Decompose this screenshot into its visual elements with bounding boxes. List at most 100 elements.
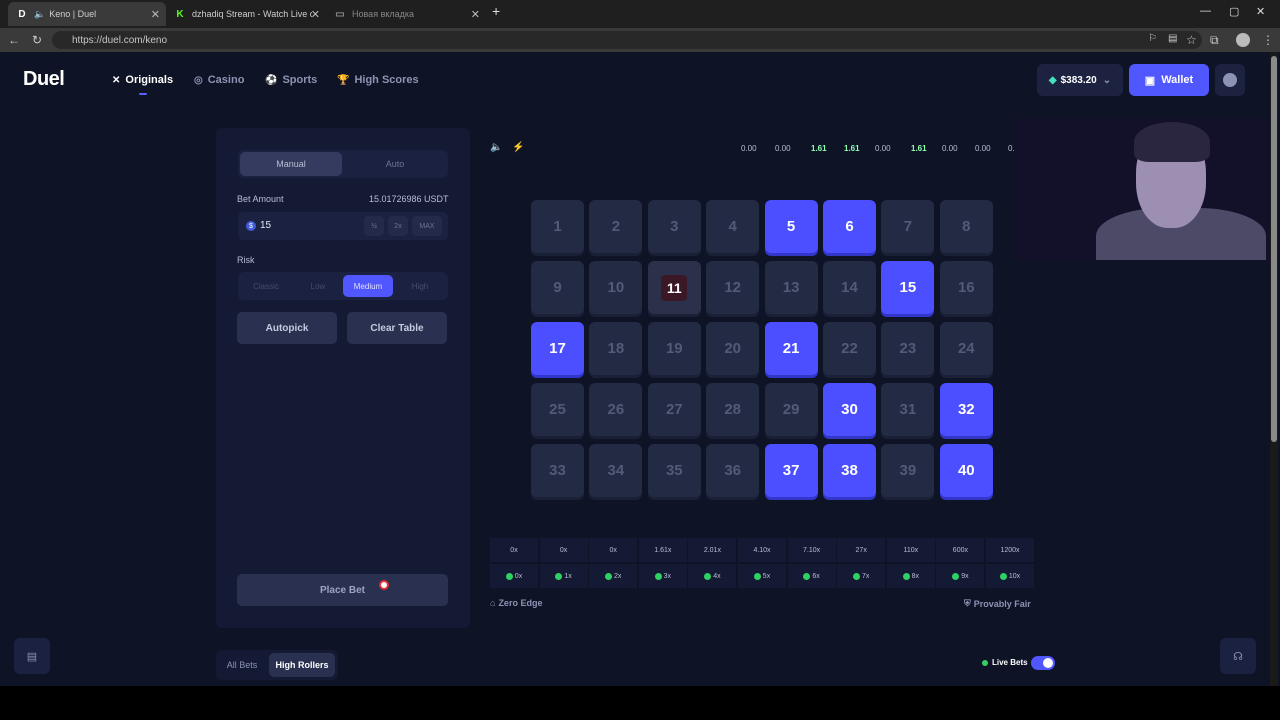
keno-tile[interactable]: 34	[589, 444, 643, 497]
chat-icon: ▤	[26, 650, 38, 663]
keno-tile[interactable]: 38	[823, 444, 876, 497]
keno-tile[interactable]: 8	[939, 200, 993, 253]
keno-tile[interactable]: 6	[823, 200, 876, 253]
place-bet-button[interactable]: Place Bet	[237, 574, 448, 606]
menu-icon[interactable]: ⋮	[1262, 33, 1274, 47]
keno-tile[interactable]: 37	[764, 444, 818, 497]
keno-tile[interactable]: 39	[881, 444, 935, 497]
keno-tile[interactable]: 22	[823, 322, 876, 375]
keno-tile[interactable]: 35	[647, 444, 701, 497]
new-tab-button[interactable]: +	[492, 3, 500, 19]
keno-tile[interactable]: 16	[939, 261, 993, 314]
keno-tile[interactable]: 21	[764, 322, 818, 375]
extensions-icon[interactable]: ⧉	[1210, 33, 1219, 48]
risk-low[interactable]: Low	[293, 275, 343, 297]
wallet-button[interactable]: ▣ Wallet	[1129, 64, 1209, 96]
keno-tile[interactable]: 40	[939, 444, 993, 497]
auto-tab[interactable]: Auto	[344, 152, 446, 176]
risk-high[interactable]: High	[395, 275, 445, 297]
keno-tile[interactable]: 19	[647, 322, 701, 375]
tab-keno[interactable]: D 🔈 Keno | Duel ✕	[8, 2, 166, 26]
payout-multiplier: 1200x	[986, 538, 1034, 562]
keno-tile[interactable]: 26	[589, 383, 643, 436]
duel-logo[interactable]: Duel	[23, 68, 65, 91]
translate-icon[interactable]: ⚐	[1148, 33, 1157, 44]
manual-tab[interactable]: Manual	[240, 152, 342, 176]
close-tab-icon[interactable]: ✕	[471, 8, 480, 21]
tab-high-rollers[interactable]: High Rollers	[269, 653, 335, 677]
keno-tile[interactable]: 11	[647, 261, 701, 314]
chat-button[interactable]: ▤	[14, 638, 50, 674]
scrollbar-thumb[interactable]	[1271, 56, 1277, 442]
tab-all-bets[interactable]: All Bets	[220, 653, 264, 677]
nav-high-scores[interactable]: 🏆 High Scores	[337, 74, 419, 86]
keno-tile[interactable]: 28	[706, 383, 760, 436]
star-icon[interactable]: ☆	[1186, 33, 1197, 47]
payout-multiplier: 2.01x	[688, 538, 737, 562]
tab-new[interactable]: ▭ Новая вкладка ✕	[326, 2, 486, 26]
nav-sports[interactable]: ⚽ Sports	[265, 74, 317, 86]
balance-dropdown[interactable]: ◆ $383.20 ⌄	[1037, 64, 1123, 96]
support-button[interactable]: ☊	[1220, 638, 1256, 674]
keno-tile[interactable]: 32	[939, 383, 993, 436]
keno-tile[interactable]: 2	[589, 200, 643, 253]
sound-icon[interactable]: 🔈	[490, 142, 502, 153]
close-tab-icon[interactable]: ✕	[151, 8, 160, 21]
live-bets-toggle[interactable]	[1031, 656, 1055, 670]
keno-tile[interactable]: 36	[706, 444, 760, 497]
duel-favicon-icon: D	[18, 8, 26, 20]
keno-tile[interactable]: 25	[531, 383, 584, 436]
close-window-icon[interactable]: ✕	[1256, 5, 1265, 18]
user-menu-button[interactable]	[1215, 64, 1245, 96]
live-dot-icon	[982, 659, 988, 666]
keno-tile[interactable]: 30	[823, 383, 876, 436]
url-input[interactable]: https://duel.com/keno	[52, 31, 1202, 49]
nav-casino[interactable]: ◎ Casino	[194, 74, 244, 86]
close-tab-icon[interactable]: ✕	[311, 8, 320, 21]
keno-tile[interactable]: 5	[764, 200, 818, 253]
provably-fair-badge[interactable]: ⛨ Provably Fair	[964, 598, 1031, 609]
minimize-icon[interactable]: —	[1200, 5, 1211, 17]
keno-tile[interactable]: 27	[647, 383, 701, 436]
keno-tile[interactable]: 13	[764, 261, 818, 314]
keno-tile[interactable]: 31	[881, 383, 935, 436]
reload-icon[interactable]: ↻	[32, 33, 42, 47]
keno-tile[interactable]: 15	[881, 261, 935, 314]
clear-table-button[interactable]: Clear Table	[347, 312, 447, 344]
profile-avatar[interactable]	[1236, 33, 1250, 47]
keno-tile[interactable]: 9	[531, 261, 584, 314]
tab-label: dzhadiq Stream - Watch Live on K	[192, 9, 312, 19]
keno-tile[interactable]: 18	[589, 322, 643, 375]
keno-tile[interactable]: 3	[647, 200, 701, 253]
hits-label: 9x	[961, 572, 969, 580]
keno-tile[interactable]: 33	[531, 444, 584, 497]
maximize-icon[interactable]: ▢	[1229, 5, 1239, 18]
keno-tile[interactable]: 24	[939, 322, 993, 375]
risk-classic[interactable]: Classic	[241, 275, 291, 297]
keno-tile[interactable]: 20	[706, 322, 760, 375]
keno-tile[interactable]: 14	[823, 261, 876, 314]
zero-edge-badge[interactable]: ⌂ Zero Edge	[490, 598, 542, 608]
keno-tile[interactable]: 12	[706, 261, 760, 314]
nav-originals[interactable]: ✕ Originals	[112, 74, 173, 86]
nav-label: Casino	[207, 74, 245, 86]
keno-tile[interactable]: 23	[881, 322, 935, 375]
double-button[interactable]: 2x	[388, 216, 408, 236]
tab-stream[interactable]: K dzhadiq Stream - Watch Live on K ✕	[166, 2, 326, 26]
keno-tile[interactable]: 4	[706, 200, 760, 253]
keno-tile[interactable]: 29	[764, 383, 818, 436]
risk-medium[interactable]: Medium	[343, 275, 393, 297]
back-icon[interactable]: ←	[8, 33, 20, 47]
mode-toggle: Manual Auto	[238, 150, 448, 178]
autopick-button[interactable]: Autopick	[237, 312, 337, 344]
keno-tile[interactable]: 17	[531, 322, 584, 375]
half-button[interactable]: ½	[364, 216, 384, 236]
lightning-icon[interactable]: ⚡	[512, 142, 524, 153]
keno-tile[interactable]: 10	[589, 261, 643, 314]
reader-icon[interactable]: ▤	[1168, 33, 1177, 44]
gem-icon: ◆	[1048, 74, 1057, 86]
max-button[interactable]: MAX	[412, 216, 442, 236]
bet-amount-input[interactable]: $ 15 ½ 2x MAX	[238, 212, 448, 240]
keno-tile[interactable]: 1	[531, 200, 584, 253]
keno-tile[interactable]: 7	[881, 200, 935, 253]
